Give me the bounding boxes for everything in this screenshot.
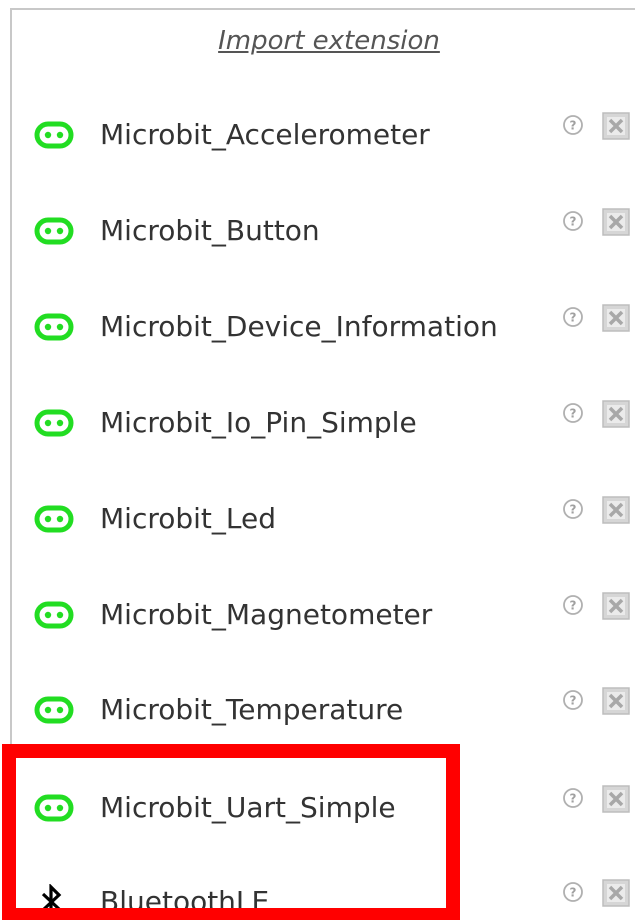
extension-item-microbit-device-information: Microbit_Device_Information ? (12, 297, 635, 357)
extension-label: Microbit_Temperature (100, 693, 404, 726)
svg-text:?: ? (570, 694, 577, 708)
remove-icon[interactable] (601, 111, 631, 141)
bluetooth-icon (41, 884, 62, 920)
extension-item-bluetoothle: BluetoothLE ? (12, 872, 635, 920)
help-icon[interactable]: ? (559, 111, 587, 139)
extension-item-microbit-accelerometer: Microbit_Accelerometer ? (12, 105, 635, 165)
remove-icon[interactable] (601, 878, 631, 908)
help-icon[interactable]: ? (559, 399, 587, 427)
microbit-icon (34, 601, 74, 629)
extension-item-microbit-uart-simple: Microbit_Uart_Simple ? (12, 778, 635, 838)
remove-icon[interactable] (601, 303, 631, 333)
remove-icon[interactable] (601, 399, 631, 429)
remove-icon[interactable] (601, 591, 631, 621)
extension-item-microbit-temperature: Microbit_Temperature ? (12, 680, 635, 740)
help-icon[interactable]: ? (559, 591, 587, 619)
help-icon[interactable]: ? (559, 207, 587, 235)
extension-label: Microbit_Led (100, 502, 276, 535)
svg-text:?: ? (570, 119, 577, 133)
svg-text:?: ? (570, 311, 577, 325)
import-extension-link[interactable]: Import extension (12, 26, 635, 56)
svg-text:?: ? (570, 599, 577, 613)
svg-text:?: ? (570, 792, 577, 806)
microbit-icon (34, 409, 74, 437)
help-icon[interactable]: ? (559, 686, 587, 714)
svg-text:?: ? (570, 503, 577, 517)
svg-text:?: ? (570, 407, 577, 421)
microbit-icon (34, 794, 74, 822)
remove-icon[interactable] (601, 495, 631, 525)
microbit-icon (34, 121, 74, 149)
extension-label: Microbit_Accelerometer (100, 118, 430, 151)
help-icon[interactable]: ? (559, 784, 587, 812)
extension-item-microbit-io-pin-simple: Microbit_Io_Pin_Simple ? (12, 393, 635, 453)
help-icon[interactable]: ? (559, 303, 587, 331)
help-icon[interactable]: ? (559, 878, 587, 906)
remove-icon[interactable] (601, 784, 631, 814)
svg-text:?: ? (570, 886, 577, 900)
help-icon[interactable]: ? (559, 495, 587, 523)
extension-label: Microbit_Device_Information (100, 310, 498, 343)
extension-label: Microbit_Uart_Simple (100, 791, 396, 824)
extension-item-microbit-button: Microbit_Button ? (12, 201, 635, 261)
extension-item-microbit-led: Microbit_Led ? (12, 489, 635, 549)
microbit-icon (34, 313, 74, 341)
extension-label: BluetoothLE (100, 885, 270, 918)
microbit-icon (34, 696, 74, 724)
svg-text:?: ? (570, 215, 577, 229)
extension-label: Microbit_Button (100, 214, 320, 247)
remove-icon[interactable] (601, 207, 631, 237)
microbit-icon (34, 217, 74, 245)
extension-label: Microbit_Magnetometer (100, 598, 433, 631)
extension-label: Microbit_Io_Pin_Simple (100, 406, 417, 439)
microbit-icon (34, 505, 74, 533)
remove-icon[interactable] (601, 686, 631, 716)
extensions-panel: Import extension Microbit_Accelerometer … (10, 8, 635, 920)
extension-item-microbit-magnetometer: Microbit_Magnetometer ? (12, 585, 635, 645)
